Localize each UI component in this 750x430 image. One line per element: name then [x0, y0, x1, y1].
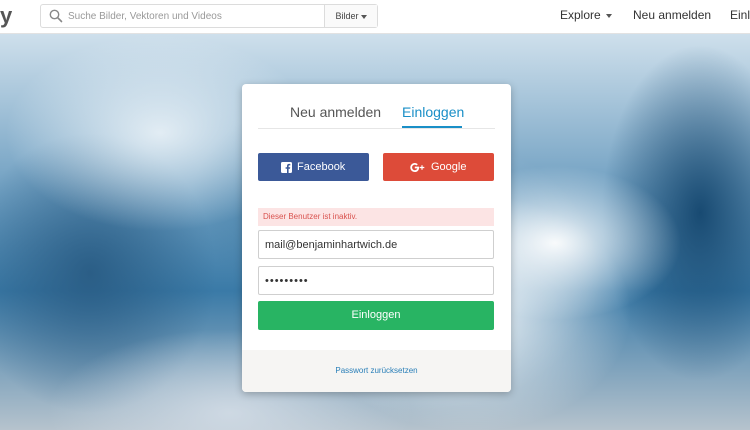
facebook-button-label: Facebook [297, 161, 346, 173]
modal-footer: Passwort zurücksetzen [242, 350, 511, 392]
nav-explore-label: Explore [560, 8, 601, 22]
error-alert: Dieser Benutzer ist inaktiv. [258, 208, 494, 226]
site-logo[interactable]: y [0, 3, 12, 29]
reset-password-link[interactable]: Passwort zurücksetzen [242, 366, 511, 375]
modal-tabs: Neu anmelden Einloggen [258, 84, 495, 129]
search-input[interactable] [68, 8, 323, 24]
google-login-button[interactable]: Google [383, 153, 494, 181]
login-submit-button[interactable]: Einloggen [258, 301, 494, 330]
facebook-icon [281, 162, 292, 173]
google-plus-icon [410, 163, 425, 172]
active-tab-indicator [402, 126, 462, 128]
nav-explore[interactable]: Explore [560, 0, 613, 33]
search-bar: Bilder [40, 4, 378, 28]
tab-register[interactable]: Neu anmelden [290, 104, 381, 120]
google-button-label: Google [431, 161, 467, 173]
login-modal: Neu anmelden Einloggen Facebook Google D… [242, 84, 511, 392]
nav-login[interactable]: Einloggen [730, 0, 750, 33]
tab-login[interactable]: Einloggen [402, 104, 464, 120]
top-navbar: y Bilder Explore Neu anmelden Einloggen [0, 0, 750, 34]
email-field[interactable] [258, 230, 494, 259]
chevron-down-icon [360, 14, 367, 19]
chevron-down-icon [606, 13, 613, 18]
search-icon [49, 9, 63, 23]
facebook-login-button[interactable]: Facebook [258, 153, 369, 181]
search-type-dropdown[interactable]: Bilder [324, 5, 377, 27]
search-type-label: Bilder [335, 11, 359, 21]
nav-register[interactable]: Neu anmelden [633, 0, 711, 33]
password-field[interactable] [258, 266, 494, 295]
